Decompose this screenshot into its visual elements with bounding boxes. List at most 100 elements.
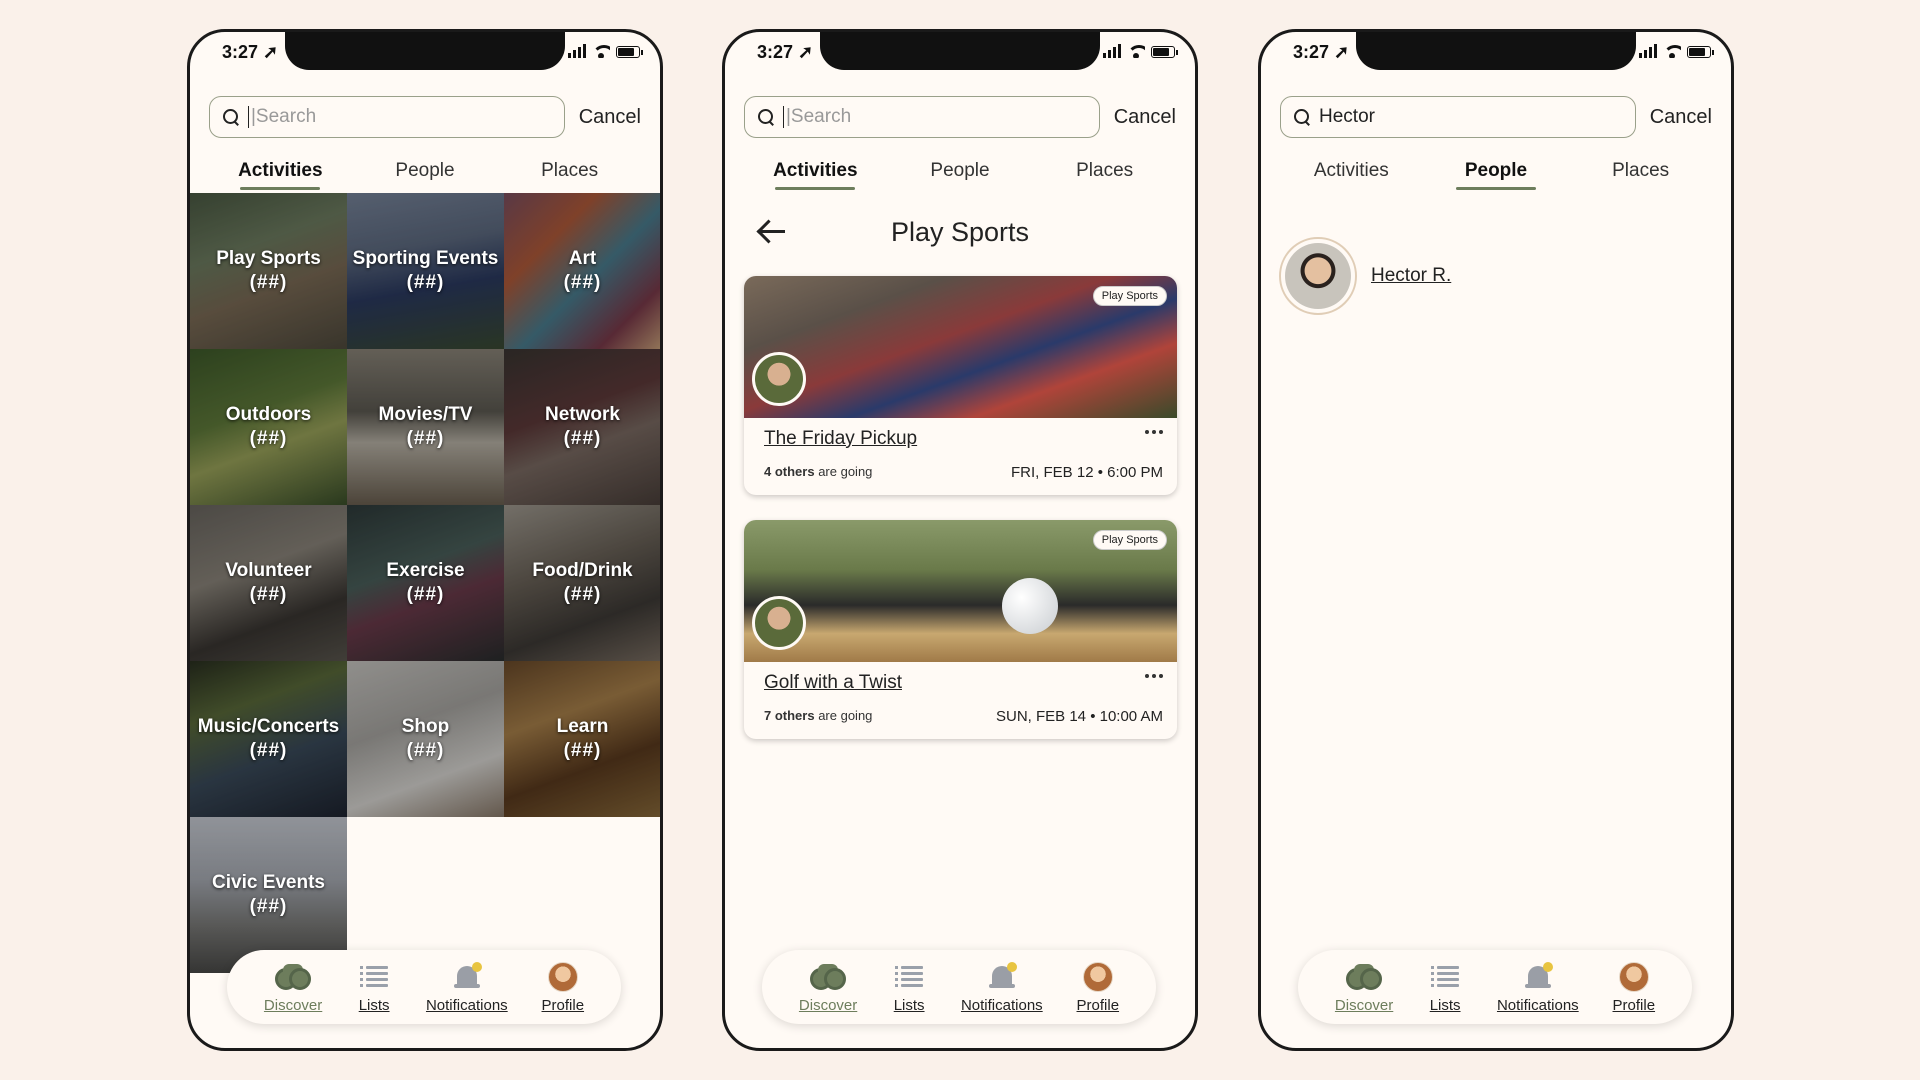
activity-tile-exercise[interactable]: Exercise (##) [347,505,504,661]
tab-bar: Activities People Places [190,160,660,190]
nav-discover[interactable]: Discover [799,961,857,1014]
page-title: Play Sports [890,216,1030,247]
tab-places[interactable]: Places [1035,160,1175,190]
activity-tile-music-concerts[interactable]: Music/Concerts (##) [190,661,347,817]
nav-notifications[interactable]: Notifications [961,961,1043,1014]
battery-icon [1687,46,1714,58]
search-row: |Search Cancel [744,96,1176,138]
cancel-button[interactable]: Cancel [1650,106,1712,129]
event-card[interactable]: Play Sports The Friday Pickup 4 others a… [744,276,1177,495]
nav-label: Discover [798,996,858,1014]
search-icon [222,108,240,126]
attendee-count: 4 others are going [764,464,873,479]
tab-places[interactable]: Places [1571,160,1711,190]
nav-lists[interactable]: Lists [891,961,927,1014]
nav-profile[interactable]: Profile [1076,961,1120,1014]
tab-people[interactable]: People [1426,160,1566,190]
search-box[interactable]: |Search [209,96,565,138]
bell-icon [1524,961,1553,990]
tab-places[interactable]: Places [500,160,640,190]
tab-activities[interactable]: Activities [745,160,885,190]
search-input[interactable]: |Search [783,106,1087,128]
status-icons [1639,44,1714,58]
nav-lists[interactable]: Lists [1427,961,1463,1014]
nav-discover[interactable]: Discover [264,961,322,1014]
event-category-tag: Play Sports [1092,286,1167,306]
activity-tile-shop[interactable]: Shop (##) [347,661,504,817]
phone-category-screen: 3:27 ➚ |Search Cancel Activities People … [722,29,1198,1051]
activity-name: Civic Events [212,872,325,893]
nav-label: Profile [1612,996,1656,1014]
search-input[interactable]: Hector [1319,106,1623,128]
tab-people[interactable]: People [890,160,1030,190]
person-name[interactable]: Hector R. [1371,265,1451,287]
event-title[interactable]: The Friday Pickup [764,428,1163,450]
bell-icon [988,961,1017,990]
activity-count: (##) [249,272,288,293]
activity-name: Outdoors [225,404,312,425]
activity-name: Network [545,404,620,425]
bell-icon [453,961,482,990]
search-box[interactable]: |Search [744,96,1100,138]
notch [285,32,565,70]
nav-label: Discover [263,996,323,1014]
nav-notifications[interactable]: Notifications [426,961,508,1014]
nav-profile[interactable]: Profile [542,961,584,1014]
activity-tile-food-drink[interactable]: Food/Drink (##) [504,505,660,661]
activity-name: Volunteer [225,560,312,581]
phone-activities-screen: 3:27 ➚ |Search Cancel Activities People … [187,29,663,1051]
nav-label: Lists [893,996,925,1014]
activity-tile-art[interactable]: Art (##) [504,193,660,349]
activity-tile-network[interactable]: Network (##) [504,349,660,505]
tab-people[interactable]: People [355,160,495,190]
nav-lists[interactable]: Lists [356,961,392,1014]
activity-tile-outdoors[interactable]: Outdoors (##) [190,349,347,505]
search-box[interactable]: Hector [1280,96,1636,138]
person-result[interactable]: Hector R. [1279,237,1451,315]
activity-count: (##) [249,428,288,449]
search-input[interactable]: |Search [248,106,552,128]
tab-activities[interactable]: Activities [210,160,350,190]
golf-ball [1002,578,1058,634]
nav-profile[interactable]: Profile [1612,961,1656,1014]
search-icon [1293,108,1311,126]
status-time: 3:27 ➚ [757,42,814,62]
status-time: 3:27 ➚ [1293,42,1350,62]
nav-label: Lists [1429,996,1461,1014]
event-date: FRI, FEB 12 • 6:00 PM [1011,464,1163,481]
activity-count: (##) [249,740,288,761]
nav-label: Discover [1334,996,1394,1014]
attendee-count: 7 others are going [764,708,873,723]
binoculars-icon [1346,963,1383,990]
more-options-icon[interactable] [1145,674,1163,678]
avatar [1618,961,1649,992]
nav-discover[interactable]: Discover [1335,961,1393,1014]
tab-activities[interactable]: Activities [1281,160,1421,190]
activity-name: Play Sports [216,248,321,269]
nav-label: Profile [1076,996,1120,1014]
battery-icon [616,46,643,58]
status-icons [568,44,643,58]
activity-tile-play-sports[interactable]: Play Sports (##) [190,193,347,349]
activity-tile-learn[interactable]: Learn (##) [504,661,660,817]
cancel-button[interactable]: Cancel [579,106,641,129]
bottom-nav: Discover Lists Notifications Profile [227,950,621,1024]
event-card[interactable]: Play Sports Golf with a Twist 7 others a… [744,520,1177,739]
event-title[interactable]: Golf with a Twist [764,672,1163,694]
list-icon [360,965,389,988]
activity-tile-sporting-events[interactable]: Sporting Events (##) [347,193,504,349]
wifi-icon [592,45,610,58]
notch [1356,32,1636,70]
activity-tile-movies-tv[interactable]: Movies/TV (##) [347,349,504,505]
nav-notifications[interactable]: Notifications [1497,961,1579,1014]
avatar [1279,237,1357,315]
nav-label: Notifications [960,996,1043,1014]
wifi-icon [1663,45,1681,58]
activity-count: (##) [406,428,445,449]
more-options-icon[interactable] [1145,430,1163,434]
avatar [1082,961,1113,992]
event-date: SUN, FEB 14 • 10:00 AM [996,708,1163,725]
back-arrow-icon[interactable] [757,220,785,242]
activity-tile-volunteer[interactable]: Volunteer (##) [190,505,347,661]
cancel-button[interactable]: Cancel [1114,106,1176,129]
